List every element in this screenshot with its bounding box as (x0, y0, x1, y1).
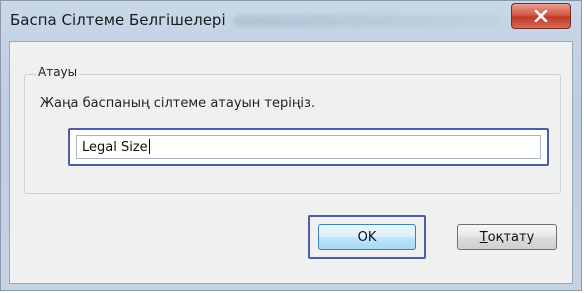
title-bar[interactable]: Баспа Сілтеме Белгішелері (1, 1, 581, 41)
name-input-focus-ring: Legal Size (68, 128, 549, 166)
name-input-value: Legal Size (82, 140, 148, 155)
dialog-window: Баспа Сілтеме Белгішелері Атауы Жаңа бас… (0, 0, 582, 291)
close-button[interactable] (511, 3, 571, 29)
text-caret (148, 139, 150, 154)
title-bar-background-blur (233, 15, 503, 27)
ok-button[interactable]: OK (318, 224, 416, 250)
ok-button-focus-ring: OK (308, 215, 426, 259)
cancel-accelerator-letter: Т (479, 229, 488, 245)
dialog-client-area: Атауы Жаңа баспаның сілтеме атауын терің… (9, 41, 573, 284)
name-input[interactable]: Legal Size (76, 135, 541, 159)
window-title: Баспа Сілтеме Белгішелері (10, 11, 226, 29)
cancel-label-rest: оқтату (487, 229, 535, 245)
cancel-button[interactable]: Тоқтату (457, 224, 557, 250)
ok-button-label: OK (357, 229, 377, 245)
groupbox-label: Атауы (36, 65, 80, 79)
close-x-icon (534, 10, 548, 22)
prompt-text: Жаңа баспаның сілтеме атауын теріңіз. (40, 96, 316, 111)
cancel-button-label: Тоқтату (480, 230, 535, 245)
